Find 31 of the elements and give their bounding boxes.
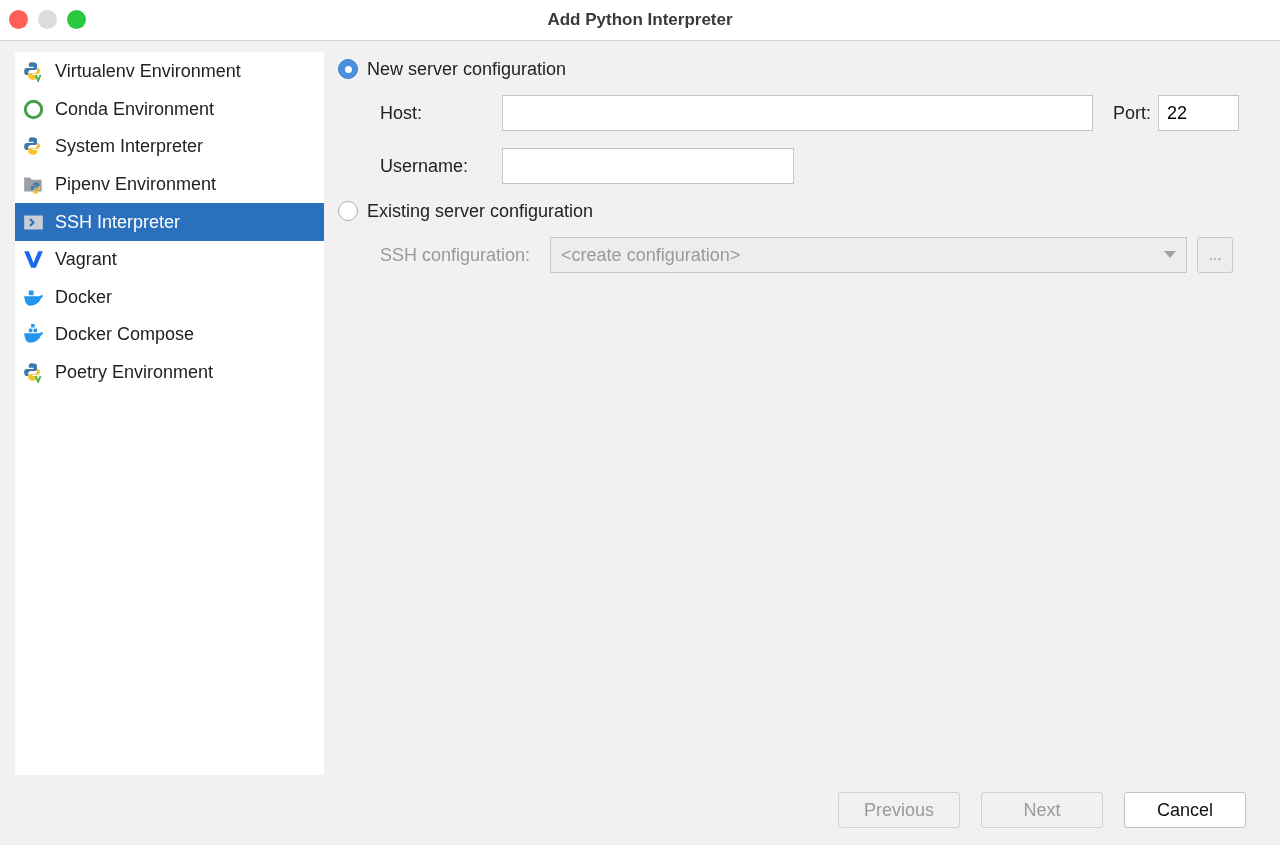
radio-button[interactable]: [338, 59, 358, 79]
port-field[interactable]: 22: [1158, 95, 1239, 131]
radio-label[interactable]: Existing server configuration: [367, 200, 594, 222]
zoom-button[interactable]: [67, 10, 86, 29]
sidebar-item[interactable]: Virtualenv Environment: [15, 53, 324, 91]
field-label: Username:: [380, 155, 470, 177]
field-label: Host:: [380, 102, 423, 124]
dialog-button[interactable]: Cancel: [1124, 792, 1246, 828]
radio-button[interactable]: [338, 201, 358, 221]
window-title: Add Python Interpreter: [547, 10, 733, 30]
sidebar-item[interactable]: SSH Interpreter: [15, 203, 324, 241]
sidebar-item[interactable]: Vagrant: [15, 240, 324, 279]
host-field[interactable]: [502, 95, 1093, 131]
field-label: SSH configuration:: [380, 244, 531, 266]
python-v-icon: [23, 362, 44, 384]
python-v-icon: [23, 61, 44, 83]
sidebar-item[interactable]: Conda Environment: [15, 90, 324, 129]
sidebar-item[interactable]: Docker Compose: [15, 316, 324, 354]
caret-icon: [1164, 251, 1177, 259]
sidebar-item[interactable]: Poetry Environment: [15, 353, 324, 392]
username-field[interactable]: [502, 148, 794, 184]
ring-icon: [23, 98, 44, 120]
close-button[interactable]: [9, 10, 28, 29]
sidebar-item[interactable]: Docker: [15, 278, 324, 317]
sidebar-item[interactable]: System Interpreter: [15, 128, 324, 166]
sidebar-item[interactable]: Pipenv Environment: [15, 165, 324, 204]
field-label: Port:: [1112, 102, 1152, 124]
v-letter-icon: [23, 249, 44, 271]
minimize-button[interactable]: [38, 10, 57, 29]
whale-stack-icon: [23, 324, 44, 346]
radio-label[interactable]: New server configuration: [367, 58, 567, 80]
